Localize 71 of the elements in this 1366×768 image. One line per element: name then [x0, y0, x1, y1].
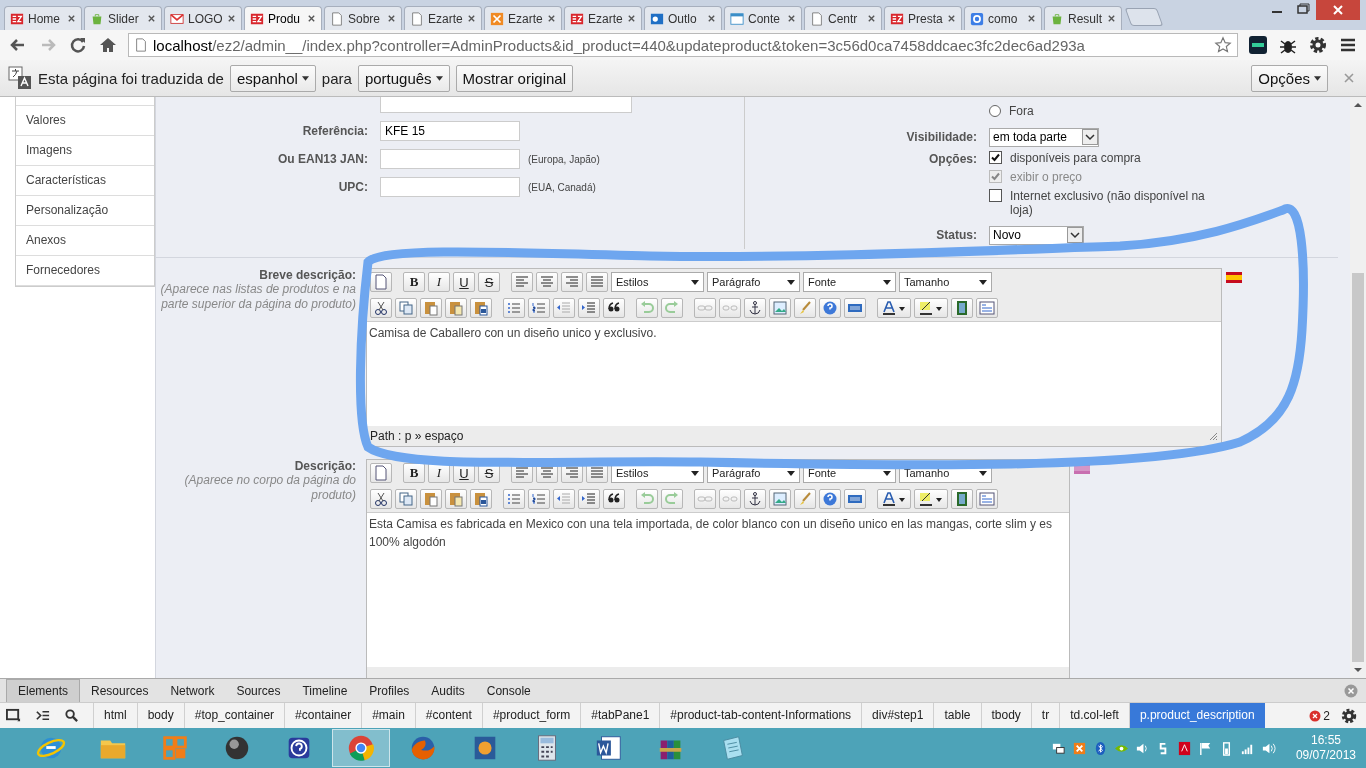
field-label: Ou EAN13 JAN: [276, 152, 369, 166]
field-label: Opções: [928, 151, 978, 166]
sidebar-item[interactable]: Valores [16, 106, 154, 136]
devtools-tab[interactable]: Elements [6, 679, 81, 702]
devtools-tab[interactable]: Console [475, 679, 542, 702]
editor-text[interactable]: Camisa de Caballero con un diseño unico y exclusivo. [367, 321, 1221, 426]
browser-tab[interactable]: Sobre [324, 6, 402, 30]
browser-tab[interactable]: Home [4, 6, 82, 30]
devtools-tab[interactable]: Network [159, 679, 226, 702]
format-button[interactable]: S [478, 272, 500, 292]
browser-tab[interactable]: Result [1044, 6, 1122, 30]
browser-tab[interactable]: como [964, 6, 1042, 30]
browser-tab[interactable]: Ezarte [484, 6, 562, 30]
source-language-dropdown[interactable]: espanhol [229, 64, 316, 92]
field-label: Descrição: [293, 459, 356, 473]
editor-text[interactable]: Esta Camisa es fabricada en Mexico con una tela importada, de color blanco con un diseño unico en las mangas, corte slim y es 100% algodón [367, 512, 1069, 667]
sidebar-item[interactable]: Imagens [16, 136, 154, 166]
clock-date: 09/07/2013 [1295, 748, 1356, 763]
browser-tab[interactable]: Ezarte [564, 6, 642, 30]
radio-label: Fora [1009, 104, 1034, 118]
visibility-select[interactable]: em toda parte [989, 127, 1099, 147]
format-button[interactable]: U [453, 272, 475, 292]
browser-tab[interactable]: Produ [244, 6, 322, 30]
checkbox-label: exibir o preço [1010, 170, 1083, 184]
browser-tab[interactable]: Conte [724, 6, 802, 30]
address-field[interactable]: localhost/ez2/admin__/index.php?controller=AdminProducts&id_product=440&updateproduct&token=3c56d0ca7458ddcaec3fc2dec6ad293a [128, 33, 1238, 57]
breadcrumb[interactable]: p.product_description [1128, 703, 1265, 728]
editor-dropdown[interactable]: Estilos [611, 272, 704, 292]
editor-dropdown[interactable]: Parágrafo [707, 272, 800, 292]
field-hint: (EUA, Canadá) [528, 181, 596, 193]
devtools-tab[interactable]: Timeline [291, 679, 359, 702]
browser-tab[interactable]: Slider [84, 6, 162, 30]
options-dropdown[interactable]: Opções [1251, 64, 1328, 92]
error-counter[interactable]: 2 [1309, 708, 1330, 723]
text-field[interactable]: KFE 15 [380, 121, 520, 141]
clock-time: 16:55 [1310, 733, 1341, 748]
format-button[interactable]: I [428, 272, 450, 292]
browser-tab[interactable]: LOGO [164, 6, 242, 30]
field-label: UPC: [337, 180, 369, 194]
editor-dropdown[interactable]: Fonte [803, 272, 896, 292]
editor-dropdown[interactable]: Tamanho [899, 272, 992, 292]
checkbox-label: Internet exclusivo (não disponível na loja) [1010, 189, 1206, 217]
devtools-tab[interactable]: Audits [420, 679, 476, 702]
sidebar-item[interactable]: Características [16, 166, 154, 196]
field-hint: (Europa, Japão) [528, 153, 600, 165]
field-hint: (Aparece no corpo da página do produto) [183, 473, 356, 503]
devtools-tab[interactable]: Sources [225, 679, 292, 702]
sidebar-item[interactable]: Fornecedores [16, 256, 154, 286]
translation-joiner: para [321, 69, 352, 87]
field-label: Breve descrição: [258, 268, 356, 282]
format-button[interactable]: B [403, 272, 425, 292]
translation-message: Esta página foi traduzida de [38, 69, 224, 87]
devtools-tab[interactable]: Resources [80, 679, 160, 702]
browser-tab[interactable]: Ezarte [404, 6, 482, 30]
url-text: localhost/ez2/admin__/index.php?controller=AdminProducts&id_product=440&updateproduct&token=3c56d0ca7458ddcaec3fc2dec6ad293a [153, 36, 1086, 54]
element-path: Path : p » espaço [370, 429, 464, 443]
browser-tab[interactable]: Outlo [644, 6, 722, 30]
format-button[interactable]: B [403, 463, 425, 483]
field-label: Status: [935, 228, 978, 242]
field-label: Referência: [301, 124, 369, 138]
field-label: Visibilidade: [905, 130, 978, 144]
browser-tab[interactable]: Centr [804, 6, 882, 30]
field-hint: (Aparece nas listas de produtos e na parte superior da página do produto) [159, 282, 356, 312]
browser-tab[interactable]: Presta [884, 6, 962, 30]
status-select[interactable]: Novo [989, 225, 1084, 245]
sidebar-item[interactable]: Personalização [16, 196, 154, 226]
target-language-dropdown[interactable]: português [357, 64, 450, 92]
show-original-button[interactable]: Mostrar original [455, 64, 573, 92]
devtools-tab[interactable]: Profiles [358, 679, 421, 702]
sidebar-item[interactable]: Anexos [16, 226, 154, 256]
checkbox-label: disponíveis para compra [1010, 151, 1141, 165]
